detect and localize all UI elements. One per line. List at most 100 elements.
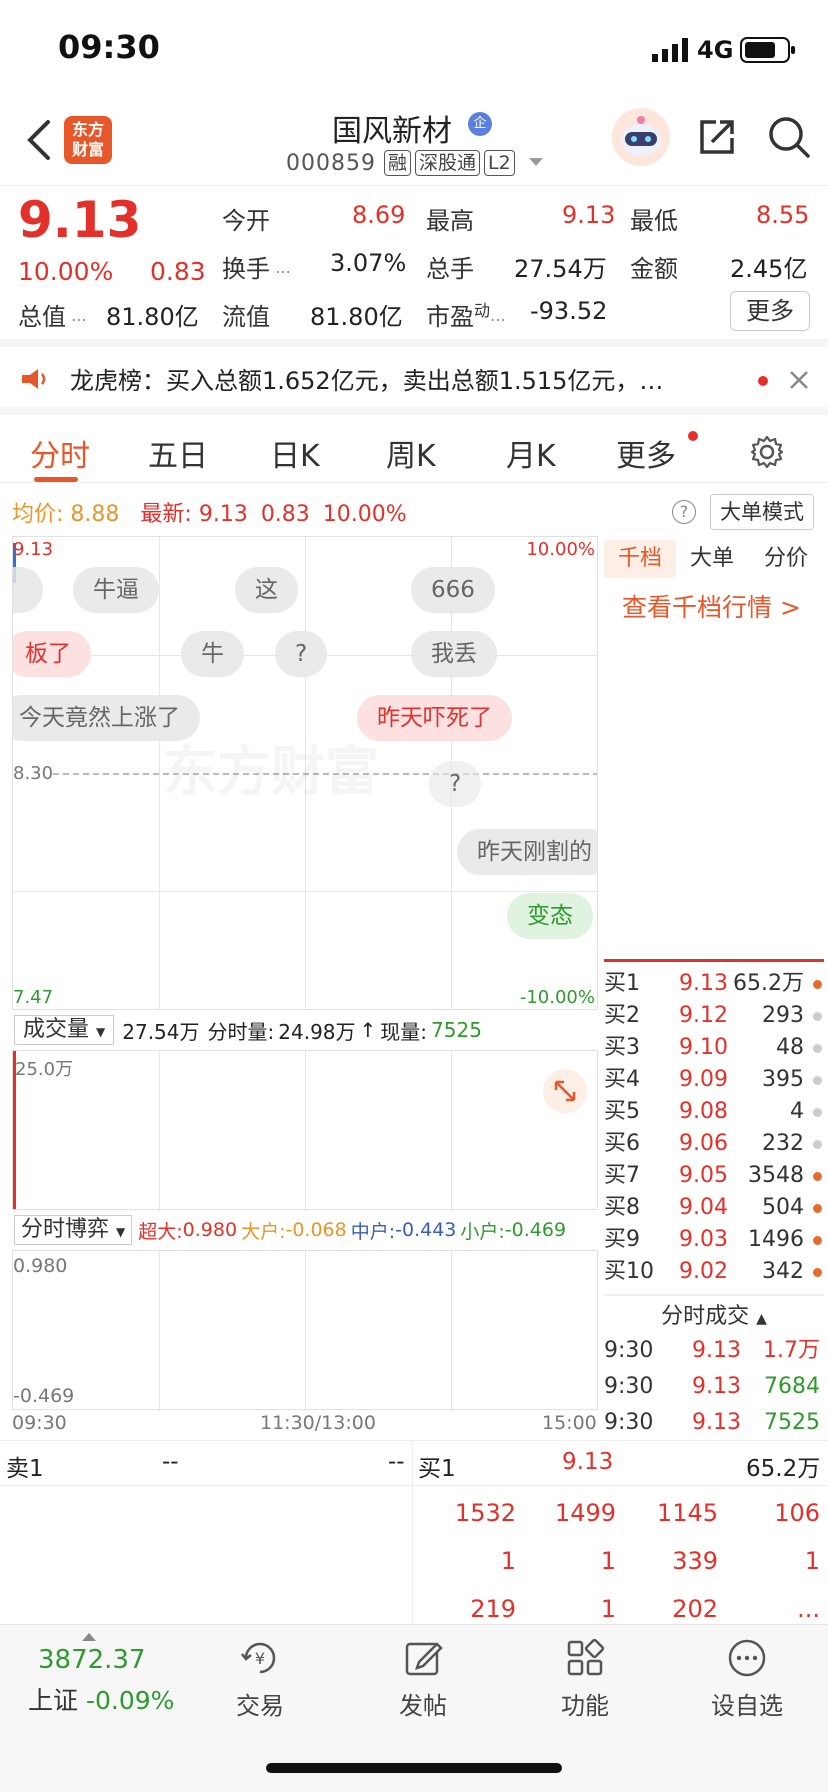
nav-add-watchlist[interactable]: 设自选 bbox=[672, 1636, 822, 1721]
bid-volume: 4 bbox=[790, 1099, 804, 1124]
index-row[interactable]: 上证 -0.09% bbox=[28, 1681, 174, 1717]
tab-weekly-k[interactable]: 周K bbox=[386, 431, 436, 475]
bid-row[interactable]: 买6 9.06 232 bbox=[604, 1128, 824, 1160]
nav-functions[interactable]: 功能 bbox=[510, 1636, 660, 1721]
back-icon[interactable] bbox=[24, 118, 54, 162]
help-icon[interactable]: ? bbox=[672, 500, 696, 524]
time-axis-mid: 11:30/13:00 bbox=[260, 1412, 376, 1434]
index-value[interactable]: 3872.37 bbox=[38, 1645, 146, 1675]
bid-level: 买6 bbox=[604, 1131, 640, 1156]
intraday-chart[interactable]: 东方财富 9.13 10.00% 8.30 7.47 -10.00% 牛逼 这 … bbox=[12, 536, 598, 1010]
watermark: 东方财富 bbox=[163, 727, 379, 806]
assistant-avatar[interactable] bbox=[612, 108, 670, 166]
bid-row[interactable]: 买2 9.12 293 bbox=[604, 1000, 824, 1032]
margin-tag: 融 bbox=[383, 150, 411, 176]
order-queue-cell: 1499 bbox=[554, 1499, 616, 1527]
volume-chart[interactable]: 25.0万 bbox=[12, 1050, 598, 1211]
bid-row[interactable]: 买8 9.04 504 bbox=[604, 1192, 824, 1224]
order-queue-cell: 202 bbox=[672, 1595, 718, 1623]
minute-vol-label: 分时量: bbox=[207, 1019, 275, 1044]
stock-code: 000859 bbox=[286, 150, 376, 176]
bid-row[interactable]: 买3 9.10 48 bbox=[604, 1032, 824, 1064]
unread-dot bbox=[758, 376, 768, 386]
news-ticker[interactable]: 龙虎榜：买入总额1.652亿元，卖出总额1.515亿元，… bbox=[0, 347, 828, 415]
bid-volume: 342 bbox=[762, 1259, 804, 1284]
danmaku-bubble: 我丢 bbox=[411, 631, 497, 677]
trades-title[interactable]: 分时成交 ▲ bbox=[604, 1298, 824, 1332]
speaker-icon bbox=[22, 369, 46, 389]
trade-time: 9:30 bbox=[604, 1374, 654, 1399]
bid-level: 买10 bbox=[604, 1259, 654, 1284]
grid-apps-icon bbox=[567, 1638, 605, 1676]
current-vol-label: 现量: bbox=[380, 1019, 428, 1044]
stock-name: 国风新材 bbox=[332, 114, 452, 149]
bid-volume: 395 bbox=[762, 1067, 804, 1092]
volume-selector[interactable]: 成交量 ▼ bbox=[14, 1015, 115, 1045]
volume-label: 总手 bbox=[426, 255, 474, 283]
tab-intraday[interactable]: 分时 bbox=[30, 431, 90, 475]
trade-price: 9.13 bbox=[692, 1374, 741, 1399]
trade-time: 9:30 bbox=[604, 1410, 654, 1435]
bid-price: 9.12 bbox=[679, 1003, 728, 1028]
order-queue-cell: 106 bbox=[774, 1499, 820, 1527]
sell1-price: -- bbox=[162, 1449, 179, 1475]
change-amount: 0.83 bbox=[150, 257, 206, 286]
view-thousand-link[interactable]: 查看千档行情 > bbox=[622, 588, 801, 624]
expand-button[interactable] bbox=[543, 1069, 587, 1113]
trade-row: 9:30 9.13 7525 bbox=[604, 1406, 824, 1440]
game-chart[interactable]: 0.980 -0.469 bbox=[12, 1250, 598, 1411]
share-icon[interactable] bbox=[696, 116, 738, 158]
big-order-mode-button[interactable]: 大单模式 bbox=[710, 494, 814, 530]
order-queue-cell: 1 bbox=[804, 1547, 820, 1575]
home-indicator bbox=[266, 1763, 562, 1773]
tab-more[interactable]: 更多 bbox=[616, 431, 676, 475]
settings-gear-icon[interactable] bbox=[750, 435, 784, 469]
trade-icon: ¥ bbox=[241, 1642, 276, 1674]
bids-fade bbox=[604, 1294, 824, 1296]
danmaku-bubble: 666 bbox=[411, 567, 495, 613]
low-value: 8.55 bbox=[756, 201, 810, 229]
amount-label: 金额 bbox=[630, 255, 678, 283]
order-queue-cell: 1 bbox=[600, 1595, 616, 1623]
y-top-pct: 10.00% bbox=[526, 539, 595, 560]
tab-thousand-level[interactable]: 千档 bbox=[604, 540, 676, 578]
last-price: 9.13 bbox=[18, 191, 142, 249]
stock-code-row[interactable]: 000859 融 深股通 L2 bbox=[286, 150, 549, 176]
bid-row[interactable]: 买4 9.09 395 bbox=[604, 1064, 824, 1096]
y-bottom-label: 7.47 bbox=[13, 987, 54, 1008]
battery-icon bbox=[740, 37, 795, 63]
app-logo-text: 东方财富 bbox=[71, 120, 104, 159]
sell1-vol: -- bbox=[388, 1449, 405, 1475]
bid-dot bbox=[813, 1236, 822, 1245]
danmaku-bubble bbox=[13, 567, 43, 613]
bid-row[interactable]: 买10 9.02 342 bbox=[604, 1256, 824, 1288]
trade-row: 9:30 9.13 7684 bbox=[604, 1370, 824, 1404]
tab-price-dist[interactable]: 分价 bbox=[764, 540, 808, 578]
danmaku-bubble: 牛逼 bbox=[73, 567, 159, 613]
tab-big-orders[interactable]: 大单 bbox=[690, 540, 734, 578]
bid-row[interactable]: 买1 9.13 65.2万 bbox=[604, 968, 824, 1000]
game-selector[interactable]: 分时博弈 ▼ bbox=[14, 1215, 133, 1245]
order-queue-cell: 1145 bbox=[656, 1499, 718, 1527]
bid-row[interactable]: 买7 9.05 3548 bbox=[604, 1160, 824, 1192]
search-icon[interactable] bbox=[766, 114, 812, 160]
bid-row[interactable]: 买5 9.08 4 bbox=[604, 1096, 824, 1128]
bid-divider bbox=[604, 959, 824, 962]
nav-trade[interactable]: ¥ 交易 bbox=[185, 1636, 335, 1721]
close-icon[interactable] bbox=[788, 369, 810, 391]
tab-more-dot bbox=[688, 431, 698, 441]
open-label: 今开 bbox=[222, 207, 270, 235]
tab-monthly-k[interactable]: 月K bbox=[506, 431, 556, 475]
more-button[interactable]: 更多 bbox=[730, 291, 810, 331]
tab-five-day[interactable]: 五日 bbox=[148, 431, 208, 475]
bid-row[interactable]: 买9 9.03 1496 bbox=[604, 1224, 824, 1256]
high-label: 最高 bbox=[426, 207, 474, 235]
network-label: 4G bbox=[697, 36, 734, 64]
trade-price: 9.13 bbox=[692, 1338, 741, 1363]
tab-daily-k[interactable]: 日K bbox=[270, 431, 320, 475]
turnover-label: 换手 ⋯ bbox=[222, 255, 292, 283]
bid-level: 买5 bbox=[604, 1099, 640, 1124]
app-logo[interactable]: 东方财富 bbox=[64, 116, 112, 164]
nav-post[interactable]: 发帖 bbox=[348, 1636, 498, 1721]
news-text: 龙虎榜：买入总额1.652亿元，卖出总额1.515亿元，… bbox=[70, 367, 664, 395]
